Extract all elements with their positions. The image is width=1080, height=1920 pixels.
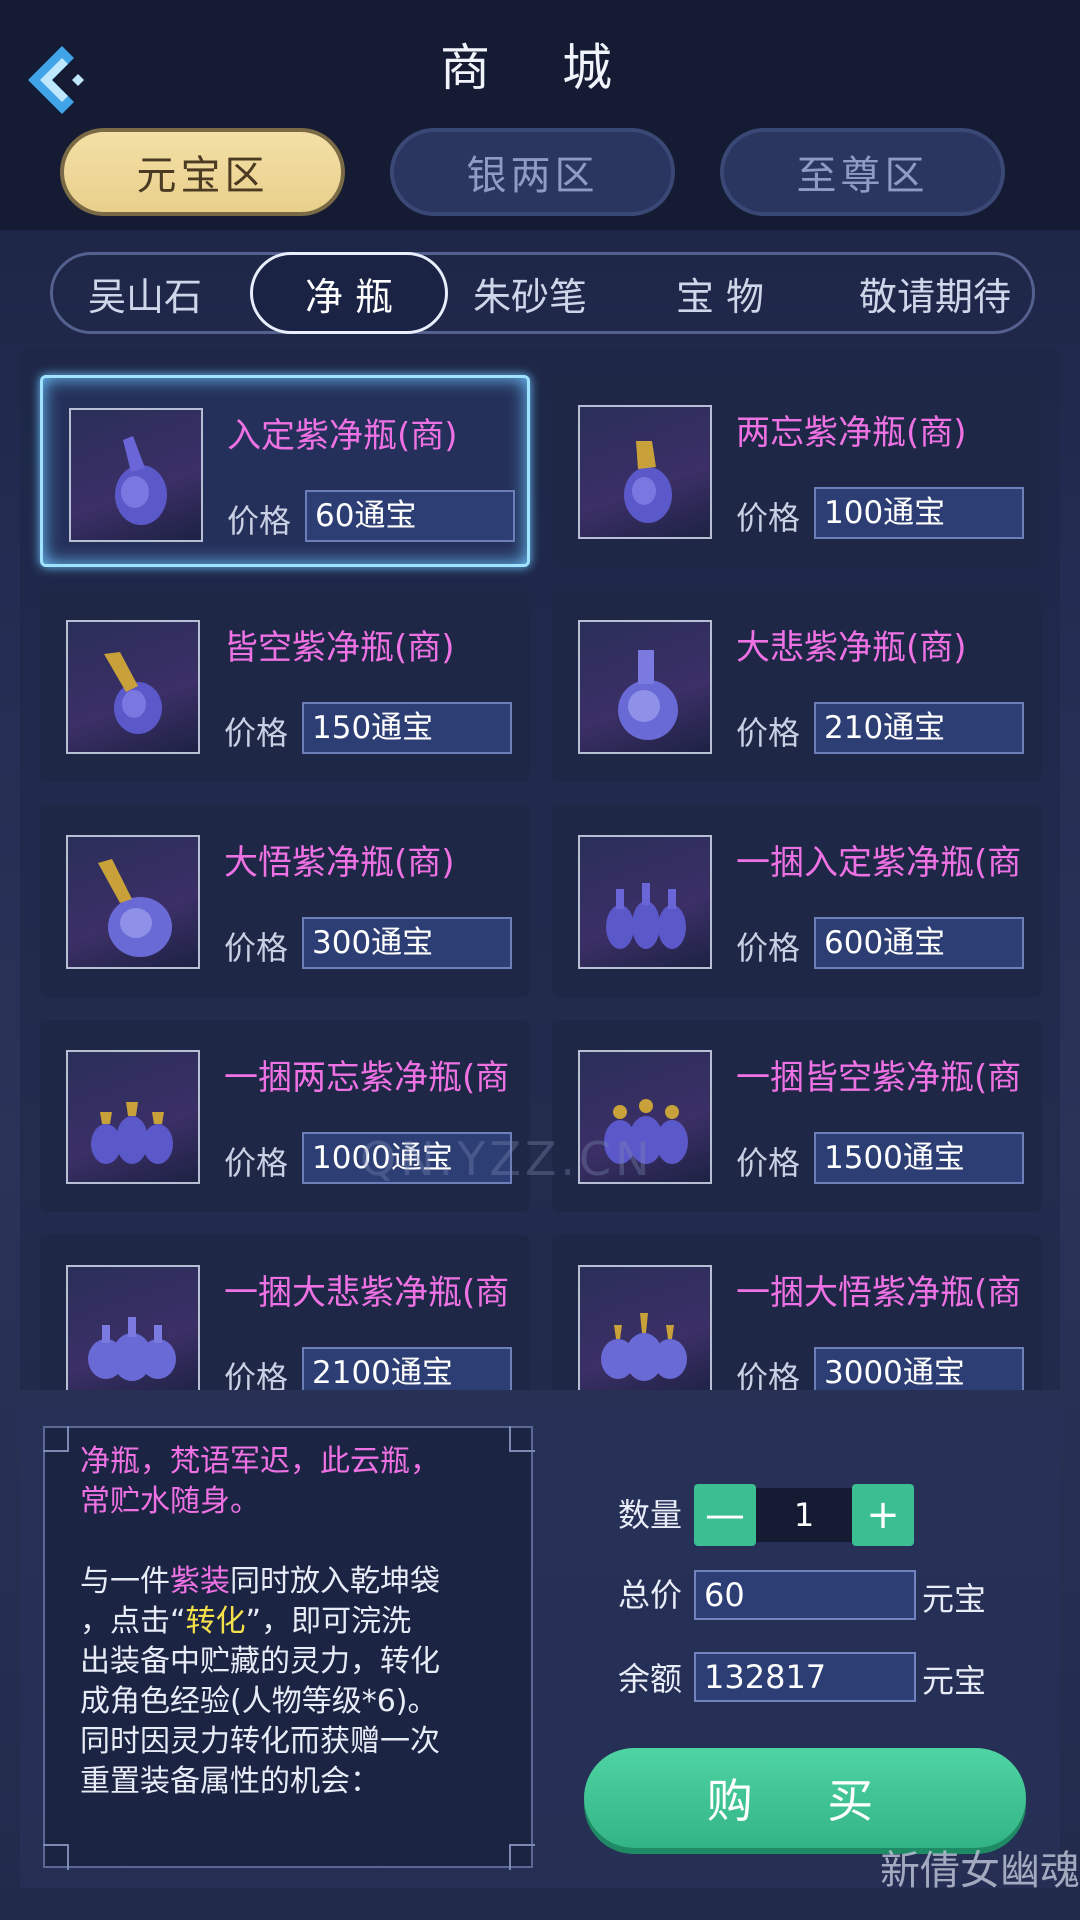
item-card[interactable]: 入定紫净瓶(商) 价格 60通宝 xyxy=(40,375,530,567)
item-card[interactable]: 一捆大悲紫净瓶(商 价格 2100通宝 xyxy=(40,1235,530,1390)
item-name: 一捆大悲紫净瓶(商 xyxy=(224,1273,510,1313)
vase-icon xyxy=(66,620,200,754)
subtab-cinnabar-brush[interactable]: 朱砂笔 xyxy=(450,252,610,334)
description-text: ”，即可浣洗 xyxy=(245,1604,412,1639)
item-price: 150通宝 xyxy=(302,702,512,754)
item-price: 3000通宝 xyxy=(814,1347,1024,1390)
tab-yuanbao-zone[interactable]: 元宝区 xyxy=(60,128,345,216)
description-line: 同时因灵力转化而获赠一次 xyxy=(80,1724,440,1759)
total-price-label: 总价 xyxy=(618,1576,683,1614)
item-card[interactable]: 两忘紫净瓶(商) 价格 100通宝 xyxy=(552,375,1042,567)
item-name: 一捆皆空紫净瓶(商 xyxy=(736,1058,1022,1098)
quantity-label: 数量 xyxy=(618,1496,683,1534)
price-label: 价格 xyxy=(224,929,289,967)
item-name: 一捆大悟紫净瓶(商 xyxy=(736,1273,1022,1313)
frame-corner xyxy=(43,1426,69,1452)
item-name: 大悟紫净瓶(商) xyxy=(224,843,455,883)
price-label: 价格 xyxy=(736,1359,801,1390)
subtab-wushan-stone[interactable]: 吴山石 xyxy=(60,252,230,334)
item-price: 300通宝 xyxy=(302,917,512,969)
description-line: 成角色经验(人物等级*6)。 xyxy=(80,1684,438,1719)
site-watermark: QN.YZZ.CN xyxy=(360,1132,654,1186)
frame-corner xyxy=(509,1844,535,1870)
purple-gear-keyword: 紫装 xyxy=(170,1564,230,1599)
subtab-coming-soon[interactable]: 敬请期待 xyxy=(840,252,1030,334)
item-card[interactable]: 大悟紫净瓶(商) 价格 300通宝 xyxy=(40,805,530,997)
currency-label: 元宝 xyxy=(922,1580,987,1618)
item-name: 一捆两忘紫净瓶(商 xyxy=(224,1058,510,1098)
item-price: 210通宝 xyxy=(814,702,1024,754)
price-label: 价格 xyxy=(736,714,801,752)
item-name: 大悲紫净瓶(商) xyxy=(736,628,967,668)
total-price-value: 60 xyxy=(694,1570,916,1620)
description-text: 与一件 xyxy=(80,1564,170,1599)
vase-bundle-icon xyxy=(578,835,712,969)
item-name: 皆空紫净瓶(商) xyxy=(224,628,455,668)
description-line: 常贮水随身。 xyxy=(80,1484,260,1519)
item-grid[interactable]: 入定紫净瓶(商) 价格 60通宝 两忘紫净瓶(商) 价格 100通宝 皆空紫净瓶… xyxy=(20,350,1060,1390)
price-label: 价格 xyxy=(736,499,801,537)
quantity-increase-button[interactable]: + xyxy=(852,1484,914,1546)
price-label: 价格 xyxy=(736,1144,801,1182)
item-card[interactable]: 一捆入定紫净瓶(商 价格 600通宝 xyxy=(552,805,1042,997)
balance-label: 余额 xyxy=(618,1660,683,1698)
price-label: 价格 xyxy=(227,502,292,540)
vase-bundle-icon xyxy=(66,1265,200,1390)
description-line: 重置装备属性的机会： xyxy=(80,1764,380,1799)
frame-corner xyxy=(509,1426,535,1452)
game-logo: 新倩女幽魂 xyxy=(880,1848,1080,1894)
quantity-field[interactable]: 1 xyxy=(756,1488,852,1542)
item-price: 100通宝 xyxy=(814,487,1024,539)
vase-bundle-icon xyxy=(66,1050,200,1184)
vase-bundle-icon xyxy=(578,1265,712,1390)
tab-supreme-zone[interactable]: 至尊区 xyxy=(720,128,1005,216)
vase-icon xyxy=(578,620,712,754)
price-label: 价格 xyxy=(224,714,289,752)
description-line: 出装备中贮藏的灵力，转化 xyxy=(80,1644,440,1679)
balance-value: 132817 xyxy=(694,1652,916,1702)
description-text: ，点击“ xyxy=(80,1604,186,1639)
item-price: 600通宝 xyxy=(814,917,1024,969)
vase-icon xyxy=(578,405,712,539)
subtab-jingping[interactable]: 净 瓶 xyxy=(250,252,448,334)
buy-button[interactable]: 购 买 xyxy=(584,1748,1026,1848)
item-card[interactable]: 皆空紫净瓶(商) 价格 150通宝 xyxy=(40,590,530,782)
item-name: 一捆入定紫净瓶(商 xyxy=(736,843,1022,883)
page-title: 商 城 xyxy=(440,39,640,97)
description-line: 净瓶，梵语军迟，此云瓶， xyxy=(80,1444,440,1479)
currency-label: 元宝 xyxy=(922,1662,987,1700)
item-card[interactable]: 一捆大悟紫净瓶(商 价格 3000通宝 xyxy=(552,1235,1042,1390)
price-label: 价格 xyxy=(224,1144,289,1182)
item-description: 净瓶，梵语军迟，此云瓶， 常贮水随身。 与一件紫装同时放入乾坤袋 ，点击“转化”… xyxy=(80,1442,500,1802)
subtab-treasure[interactable]: 宝 物 xyxy=(640,252,800,334)
quantity-decrease-button[interactable]: — xyxy=(694,1484,756,1546)
convert-keyword: 转化 xyxy=(185,1604,246,1639)
item-price: 2100通宝 xyxy=(302,1347,512,1390)
tab-silver-zone[interactable]: 银两区 xyxy=(390,128,675,216)
frame-corner xyxy=(43,1844,69,1870)
item-price: 60通宝 xyxy=(305,490,515,542)
item-price: 1500通宝 xyxy=(814,1132,1024,1184)
vase-icon xyxy=(69,408,203,542)
description-text: 同时放入乾坤袋 xyxy=(230,1564,440,1599)
item-name: 两忘紫净瓶(商) xyxy=(736,413,967,453)
item-name: 入定紫净瓶(商) xyxy=(227,416,458,456)
vase-icon xyxy=(66,835,200,969)
item-card[interactable]: 大悲紫净瓶(商) 价格 210通宝 xyxy=(552,590,1042,782)
price-label: 价格 xyxy=(736,929,801,967)
price-label: 价格 xyxy=(224,1359,289,1390)
